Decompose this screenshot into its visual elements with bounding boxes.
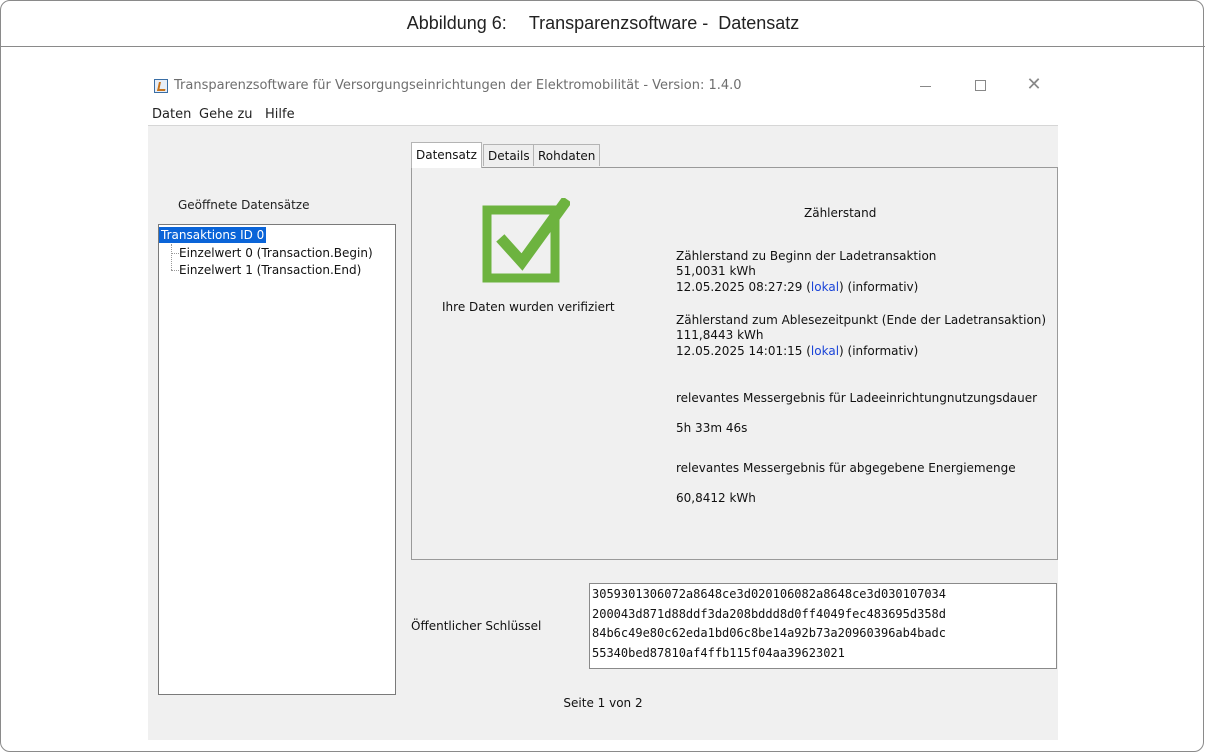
tree-heading: Geöffnete Datensätze	[178, 198, 310, 212]
public-key-label: Öffentlicher Schlüssel	[411, 619, 542, 633]
tab-details[interactable]: Details	[483, 144, 535, 166]
close-icon[interactable]: ✕	[1020, 74, 1048, 96]
caption-title: Transparenzsoftware - Datensatz	[528, 13, 800, 33]
end-informative: (informativ)	[847, 344, 919, 358]
menu-hilfe[interactable]: Hilfe	[265, 107, 295, 122]
end-timestamp-row: 12.05.2025 14:01:15 (lokal) (informativ)	[676, 344, 919, 358]
begin-informative: (informativ)	[847, 280, 919, 294]
menu-daten[interactable]: Daten	[152, 107, 191, 122]
begin-local-link[interactable]: lokal	[811, 280, 839, 294]
key-line: 84b6c49e80c62eda1bd06c8be14a92b73a209603…	[592, 626, 947, 640]
end-label: Zählerstand zum Ablesezeitpunkt (Ende de…	[676, 313, 1047, 327]
public-key-field[interactable]: 3059301306072a8648ce3d020106082a8648ce3d…	[589, 583, 1057, 669]
key-line: 200043d871d88ddf3da208bddd8d0ff4049fec48…	[592, 606, 947, 621]
pagination-status: Seite 1 von 2	[563, 696, 643, 710]
begin-timestamp: 12.05.2025 08:27:29	[676, 280, 803, 294]
duration-value: 5h 33m 46s	[676, 421, 748, 435]
tree-item-value-begin[interactable]: Einzelwert 0 (Transaction.Begin)	[179, 245, 373, 261]
begin-timestamp-row: 12.05.2025 08:27:29 (lokal) (informativ)	[676, 280, 919, 294]
caption-label: Abbildung 6:	[406, 13, 507, 33]
window-title: Transparenzsoftware für Versorgungseinri…	[174, 78, 742, 93]
figure-caption: Abbildung 6: Transparenzsoftware - Datens…	[1, 13, 1205, 34]
end-timestamp: 12.05.2025 14:01:15	[676, 344, 803, 358]
tab-rohdaten[interactable]: Rohdaten	[533, 144, 601, 166]
begin-label: Zählerstand zu Beginn der Ladetransaktio…	[676, 249, 937, 263]
dataset-tree[interactable]: Transaktions ID 0 Einzelwert 0 (Transact…	[158, 224, 396, 695]
tree-item-transaction[interactable]: Transaktions ID 0	[159, 227, 267, 243]
maximize-icon[interactable]	[966, 74, 994, 96]
end-local-link[interactable]: lokal	[811, 344, 839, 358]
dataset-panel: Ihre Daten wurden verifiziert Zählerstan…	[411, 167, 1058, 560]
duration-label: relevantes Messergebnis für Ladeeinricht…	[676, 391, 1038, 405]
key-line: 3059301306072a8648ce3d020106082a8648ce3d…	[592, 587, 947, 601]
java-app-icon	[154, 79, 168, 93]
tree-connector	[171, 270, 179, 271]
menu-bar: Daten Gehe zu Hilfe	[148, 104, 1058, 126]
figure-caption-bar: Abbildung 6: Transparenzsoftware - Datens…	[1, 1, 1205, 47]
check-icon	[482, 198, 570, 283]
tree-connector	[171, 244, 172, 270]
key-line: 55340bed87810af4ffb115f04aa39623021	[592, 645, 845, 660]
end-value: 111,8443 kWh	[676, 328, 764, 342]
tree-item-value-end[interactable]: Einzelwert 1 (Transaction.End)	[179, 262, 361, 278]
meter-section-title: Zählerstand	[804, 206, 877, 220]
window-titlebar: Transparenzsoftware für Versorgungseinri…	[148, 66, 1058, 104]
public-key-panel: Öffentlicher Schlüssel 3059301306072a864…	[411, 574, 1058, 670]
menu-gehe-zu[interactable]: Gehe zu	[199, 107, 253, 122]
app-window: Transparenzsoftware für Versorgungseinri…	[148, 66, 1058, 740]
tree-connector	[171, 253, 179, 254]
energy-value: 60,8412 kWh	[676, 491, 756, 505]
energy-label: relevantes Messergebnis für abgegebene E…	[676, 461, 1016, 475]
verification-status: Ihre Daten wurden verifiziert	[442, 300, 615, 314]
begin-value: 51,0031 kWh	[676, 264, 756, 278]
tab-datensatz[interactable]: Datensatz	[411, 142, 482, 168]
minimize-icon[interactable]	[912, 74, 940, 96]
